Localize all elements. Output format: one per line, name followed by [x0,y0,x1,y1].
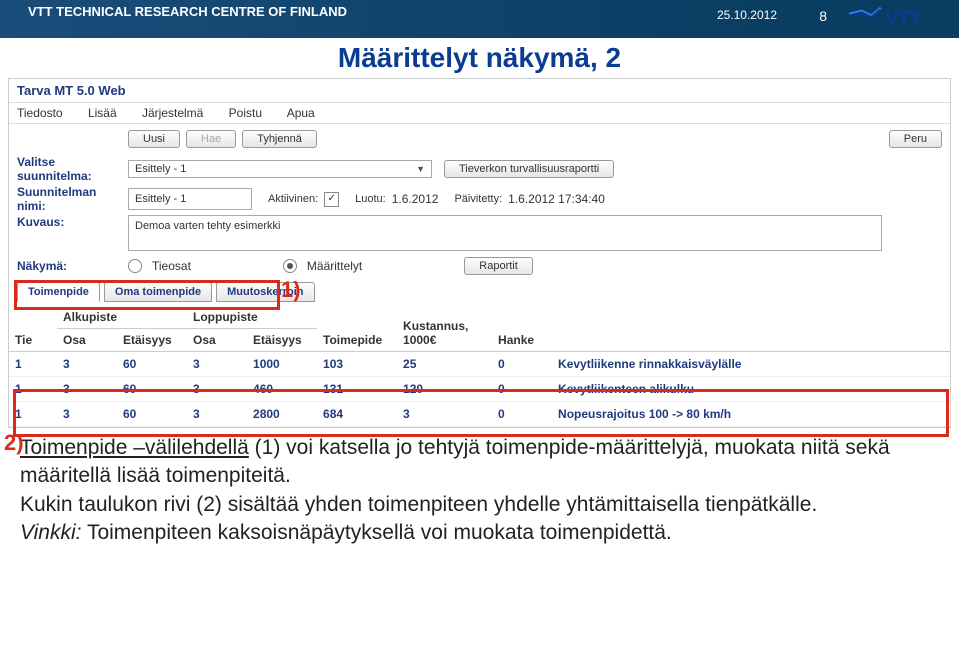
th-kustannus: Kustannus, 1000€ [397,306,492,352]
view-label: Näkymä: [17,259,122,273]
cell-tie: 1 [9,352,57,377]
table-row[interactable]: 136031000103250Kevytliikenne rinnakkaisv… [9,352,950,377]
th-toimepide: Toimepide [317,306,397,352]
app-frame: Tarva MT 5.0 Web Tiedosto Lisää Järjeste… [8,78,951,428]
cell-desc: Kevytliikenne rinnakkaisväylälle [552,352,950,377]
radio-tieosat[interactable] [128,259,142,273]
active-label: Aktiivinen: [268,193,318,205]
th-alku: Alkupiste [57,306,187,329]
report-button[interactable]: Tieverkon turvallisuusraportti [444,160,614,178]
cell-hanke: 0 [492,352,552,377]
cell-kust: 25 [397,352,492,377]
active-checkbox[interactable]: ✓ [324,192,339,207]
data-table: Tie Alkupiste Loppupiste Toimepide Kusta… [9,306,950,427]
cell-desc: Kevytliikenteen alikulku [552,377,950,402]
plan-name-label: Suunnitelman nimi: [17,185,122,213]
menu-file[interactable]: Tiedosto [17,106,63,120]
p3-italic: Vinkki: [20,521,81,544]
toolbar: Uusi Hae Tyhjennä Peru [9,124,950,154]
clear-button[interactable]: Tyhjennä [242,130,317,148]
menu-add[interactable]: Lisää [88,106,117,120]
radio-tieosat-label: Tieosat [152,259,191,273]
cell-let: 1000 [247,352,317,377]
th-let: Etäisyys [247,329,317,352]
cell-toim: 131 [317,377,397,402]
table-row[interactable]: 136034601311200Kevytliikenteen alikulku [9,377,950,402]
paragraph-3: Vinkki: Toimenpiteen kaksoisnäpäytyksell… [20,519,939,547]
chevron-down-icon: ▼ [416,164,425,174]
cell-kust: 3 [397,402,492,427]
select-plan-dropdown[interactable]: Esittely - 1 ▼ [128,160,432,178]
th-losa: Osa [187,329,247,352]
cell-losa: 3 [187,377,247,402]
radio-maarittelyt-label: Määrittelyt [307,259,362,273]
created-value: 1.6.2012 [392,192,439,206]
cell-let: 460 [247,377,317,402]
tab-toimenpide[interactable]: Toimenpide [17,282,100,302]
cell-losa: 3 [187,352,247,377]
p3-rest: Toimenpiteen kaksoisnäpäytyksellä voi mu… [81,521,671,544]
callout-1-label: 1) [281,277,301,303]
tab-oma-toimenpide[interactable]: Oma toimenpide [104,282,212,302]
cell-tie: 1 [9,377,57,402]
th-hanke: Hanke [492,306,552,352]
menu-exit[interactable]: Poistu [229,106,262,120]
menu-system[interactable]: Järjestelmä [142,106,203,120]
cell-toim: 684 [317,402,397,427]
cell-toim: 103 [317,352,397,377]
reports-button[interactable]: Raportit [464,257,533,275]
th-aosa: Osa [57,329,117,352]
cell-kust: 120 [397,377,492,402]
radio-maarittelyt[interactable] [283,259,297,273]
updated-label: Päivitetty: [454,193,502,205]
vtt-logo: VTT [845,3,945,33]
app-title: Tarva MT 5.0 Web [9,79,950,102]
cell-hanke: 0 [492,377,552,402]
body-text: Toimenpide –välilehdellä (1) voi katsell… [0,428,959,547]
svg-text:VTT: VTT [886,9,922,30]
created-label: Luotu: [355,193,386,205]
plan-name-input[interactable]: Esittely - 1 [128,188,252,210]
th-aet: Etäisyys [117,329,187,352]
cell-aosa: 3 [57,402,117,427]
undo-button[interactable]: Peru [889,130,942,148]
search-button[interactable]: Hae [186,130,236,148]
header-date: 25.10.2012 [717,8,777,22]
cell-aet: 60 [117,352,187,377]
page-number: 8 [819,8,827,24]
paragraph-1: Toimenpide –välilehdellä (1) voi katsell… [20,434,939,491]
updated-value: 1.6.2012 17:34:40 [508,192,605,206]
desc-label: Kuvaus: [17,215,122,229]
menu-bar: Tiedosto Lisää Järjestelmä Poistu Apua [9,102,950,124]
cell-hanke: 0 [492,402,552,427]
callout-2-label: 2) [4,430,24,456]
select-plan-label: Valitse suunnitelma: [17,155,122,183]
cell-aet: 60 [117,402,187,427]
th-tie: Tie [9,306,57,352]
new-button[interactable]: Uusi [128,130,180,148]
p1-underline: Toimenpide –välilehdellä [20,436,249,459]
cell-tie: 1 [9,402,57,427]
select-plan-value: Esittely - 1 [135,163,186,175]
cell-aosa: 3 [57,352,117,377]
header-bar: VTT TECHNICAL RESEARCH CENTRE OF FINLAND… [0,0,959,38]
cell-desc: Nopeusrajoitus 100 -> 80 km/h [552,402,950,427]
desc-input[interactable]: Demoa varten tehty esimerkki [128,215,882,251]
table-row[interactable]: 13603280068430Nopeusrajoitus 100 -> 80 k… [9,402,950,427]
th-loppu: Loppupiste [187,306,317,329]
cell-let: 2800 [247,402,317,427]
menu-help[interactable]: Apua [287,106,315,120]
cell-aosa: 3 [57,377,117,402]
paragraph-2: Kukin taulukon rivi (2) sisältää yhden t… [20,491,939,519]
slide-title: Määrittelyt näkymä, 2 [0,42,959,74]
org-name: VTT TECHNICAL RESEARCH CENTRE OF FINLAND [0,4,959,19]
cell-losa: 3 [187,402,247,427]
cell-aet: 60 [117,377,187,402]
